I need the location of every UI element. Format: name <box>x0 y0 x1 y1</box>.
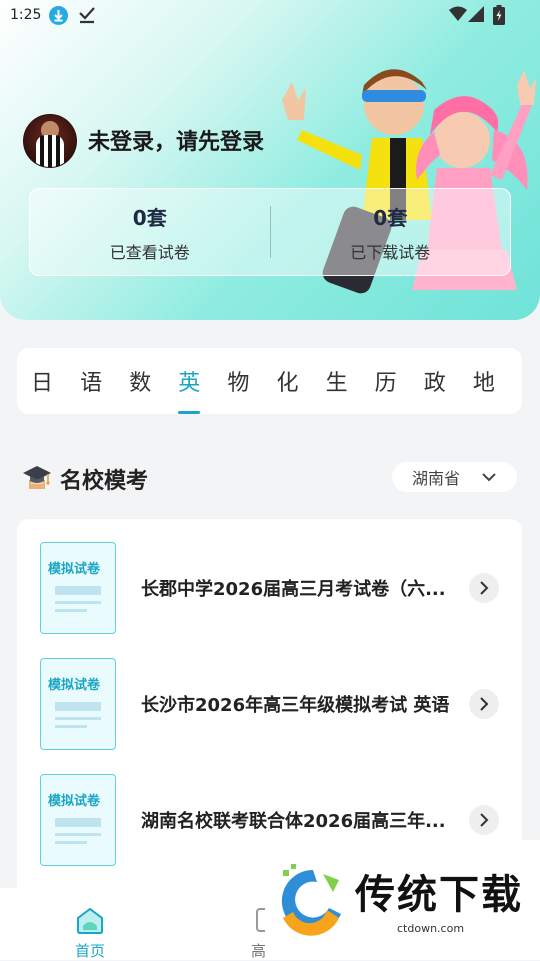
subject-tabs: 日语数英物化生历政地 <box>17 348 522 414</box>
watermark-url: ctdown.com <box>397 922 465 935</box>
download-complete-icon <box>78 4 96 30</box>
subject-tab-label: 物 <box>227 371 250 396</box>
home-icon <box>75 907 105 938</box>
subject-tab[interactable]: 物 <box>227 348 276 414</box>
stat-downloaded-label: 已下载试卷 <box>350 242 431 262</box>
section-title: 名校模考 <box>60 469 149 494</box>
signal-icon <box>468 6 484 26</box>
subject-tab-label: 语 <box>80 371 103 396</box>
paper-thumbnail: 模拟试卷 <box>40 774 116 866</box>
paper-item[interactable]: 模拟试卷 长沙市2026年高三年级模拟考试 英语 <box>17 635 522 750</box>
paper-thumbnail: 模拟试卷 <box>40 542 116 634</box>
battery-icon <box>493 5 505 29</box>
subject-tab-label: 数 <box>129 371 152 396</box>
download-notification-icon <box>49 6 68 25</box>
stat-downloaded[interactable]: 0套 已下载试卷 <box>271 202 511 263</box>
subject-tab[interactable]: 英 <box>178 348 227 414</box>
subject-tab[interactable]: 日 <box>31 348 80 414</box>
paper-title: 长郡中学2026届高三月考试卷（六... <box>141 579 446 600</box>
subject-tab-label: 地 <box>472 371 495 396</box>
watermark-text: 传统下载 <box>355 872 523 918</box>
section-header: 名校模考 湖南省 <box>22 460 520 496</box>
login-prompt[interactable]: 未登录，请先登录 <box>88 124 264 156</box>
watermark: 传统下载 ctdown.com <box>265 840 540 960</box>
stat-downloaded-value: 0套 <box>373 205 408 230</box>
avatar[interactable] <box>23 114 77 168</box>
region-select[interactable]: 湖南省 <box>392 462 517 492</box>
stat-viewed-value: 0套 <box>132 205 167 230</box>
subject-tab-label: 生 <box>325 371 348 396</box>
subject-tab-label: 英 <box>178 371 201 396</box>
paper-title: 长沙市2026年高三年级模拟考试 英语 <box>141 695 450 716</box>
active-tab-indicator <box>178 411 201 414</box>
wifi-icon <box>449 6 467 26</box>
status-time: 1:25 <box>10 7 42 23</box>
subject-tab[interactable]: 历 <box>375 348 424 414</box>
subject-tab-label: 政 <box>423 371 446 396</box>
stat-viewed-label: 已查看试卷 <box>109 242 190 262</box>
stats-card: 0套 已查看试卷 0套 已下载试卷 <box>29 188 511 276</box>
paper-thumbnail-label: 模拟试卷 <box>48 678 101 693</box>
subject-tab[interactable]: 政 <box>424 348 473 414</box>
paper-item[interactable]: 模拟试卷 湖南名校联考联合体2026届高三年... <box>17 751 522 866</box>
subject-tab[interactable]: 化 <box>276 348 325 414</box>
region-select-value: 湖南省 <box>412 469 461 488</box>
stat-viewed[interactable]: 0套 已查看试卷 <box>30 202 270 263</box>
nav-home-label: 首页 <box>74 942 105 960</box>
status-bar: 1:25 <box>0 0 540 32</box>
paper-thumbnail-label: 模拟试卷 <box>48 562 101 577</box>
subject-tab[interactable]: 语 <box>80 348 129 414</box>
subject-tab-label: 日 <box>31 371 54 396</box>
chevron-right-icon[interactable] <box>469 805 499 835</box>
paper-thumbnail-label: 模拟试卷 <box>48 794 101 809</box>
subject-tab-label: 历 <box>374 371 397 396</box>
chevron-right-icon[interactable] <box>469 573 499 603</box>
paper-thumbnail: 模拟试卷 <box>40 658 116 750</box>
graduation-cap-icon <box>22 462 52 496</box>
chevron-down-icon <box>481 469 497 489</box>
chevron-right-icon[interactable] <box>469 689 499 719</box>
nav-home[interactable]: 首页 <box>60 906 120 961</box>
subject-tab[interactable]: 数 <box>129 348 178 414</box>
paper-title: 湖南名校联考联合体2026届高三年... <box>141 811 446 832</box>
subject-tab-label: 化 <box>276 371 299 396</box>
paper-item[interactable]: 模拟试卷 长郡中学2026届高三月考试卷（六... <box>17 519 522 634</box>
subject-tab[interactable]: 生 <box>326 348 375 414</box>
subject-tab[interactable]: 地 <box>473 348 522 414</box>
watermark-logo-icon <box>281 864 341 936</box>
